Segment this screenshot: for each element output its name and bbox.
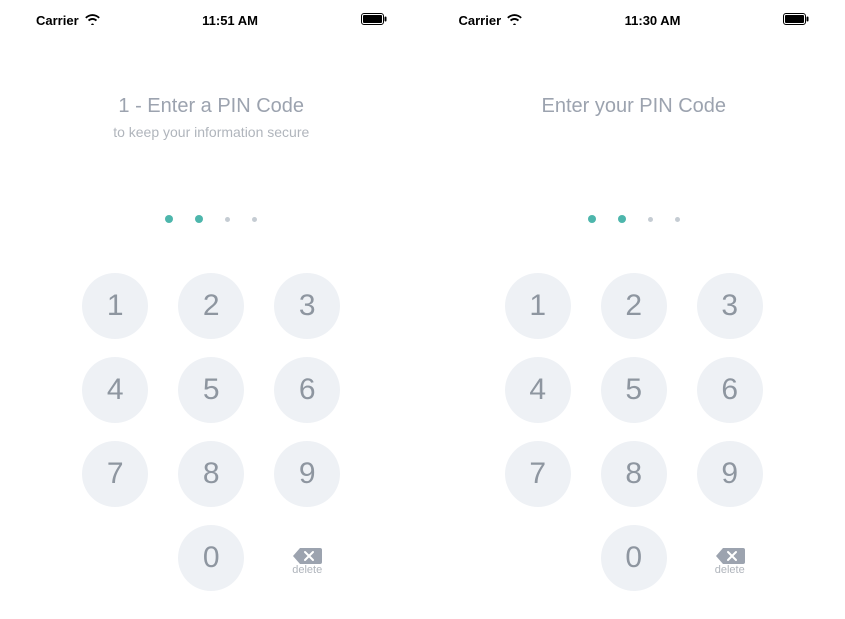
pin-dot-4 bbox=[252, 217, 257, 222]
pin-dot-3 bbox=[648, 217, 653, 222]
header-area: Enter your PIN Code bbox=[541, 95, 726, 155]
wifi-icon bbox=[85, 13, 100, 28]
status-right bbox=[361, 13, 387, 28]
key-3[interactable]: 3 bbox=[274, 273, 340, 339]
pin-dot-2 bbox=[195, 215, 203, 223]
pin-dots bbox=[588, 215, 680, 223]
status-time: 11:30 AM bbox=[625, 13, 681, 28]
screen-enter-pin: Carrier 11:30 AM Enter your PIN Code 1 2… bbox=[423, 0, 845, 619]
key-7[interactable]: 7 bbox=[82, 441, 148, 507]
status-bar: Carrier 11:30 AM bbox=[423, 0, 845, 40]
carrier-label: Carrier bbox=[36, 13, 79, 28]
battery-icon bbox=[783, 13, 809, 28]
key-6[interactable]: 6 bbox=[274, 357, 340, 423]
key-5[interactable]: 5 bbox=[601, 357, 667, 423]
key-1[interactable]: 1 bbox=[505, 273, 571, 339]
pin-dot-1 bbox=[588, 215, 596, 223]
key-6[interactable]: 6 bbox=[697, 357, 763, 423]
pin-subtitle: to keep your information secure bbox=[113, 124, 309, 140]
backspace-icon bbox=[292, 540, 322, 560]
status-left: Carrier bbox=[36, 13, 100, 28]
key-1[interactable]: 1 bbox=[82, 273, 148, 339]
status-right bbox=[783, 13, 809, 28]
key-delete[interactable]: delete bbox=[274, 525, 340, 591]
key-empty bbox=[82, 525, 148, 591]
pin-dot-2 bbox=[618, 215, 626, 223]
key-0[interactable]: 0 bbox=[601, 525, 667, 591]
key-5[interactable]: 5 bbox=[178, 357, 244, 423]
key-delete[interactable]: delete bbox=[697, 525, 763, 591]
status-bar: Carrier 11:51 AM bbox=[0, 0, 423, 40]
pin-title: Enter your PIN Code bbox=[541, 95, 726, 118]
pin-dots bbox=[165, 215, 257, 223]
key-8[interactable]: 8 bbox=[601, 441, 667, 507]
key-empty bbox=[505, 525, 571, 591]
key-4[interactable]: 4 bbox=[505, 357, 571, 423]
key-4[interactable]: 4 bbox=[82, 357, 148, 423]
key-7[interactable]: 7 bbox=[505, 441, 571, 507]
status-left: Carrier bbox=[459, 13, 523, 28]
key-3[interactable]: 3 bbox=[697, 273, 763, 339]
pin-dot-3 bbox=[225, 217, 230, 222]
carrier-label: Carrier bbox=[459, 13, 502, 28]
key-9[interactable]: 9 bbox=[697, 441, 763, 507]
keypad: 1 2 3 4 5 6 7 8 9 0 delete bbox=[505, 273, 763, 591]
pin-dot-1 bbox=[165, 215, 173, 223]
status-time: 11:51 AM bbox=[202, 13, 258, 28]
backspace-icon bbox=[715, 540, 745, 560]
key-0[interactable]: 0 bbox=[178, 525, 244, 591]
key-9[interactable]: 9 bbox=[274, 441, 340, 507]
screen-create-pin: Carrier 11:51 AM 1 - Enter a PIN Code to… bbox=[0, 0, 423, 619]
key-2[interactable]: 2 bbox=[601, 273, 667, 339]
key-8[interactable]: 8 bbox=[178, 441, 244, 507]
wifi-icon bbox=[507, 13, 522, 28]
keypad: 1 2 3 4 5 6 7 8 9 0 delete bbox=[82, 273, 340, 591]
pin-title: 1 - Enter a PIN Code bbox=[118, 95, 304, 118]
key-2[interactable]: 2 bbox=[178, 273, 244, 339]
pin-dot-4 bbox=[675, 217, 680, 222]
header-area: 1 - Enter a PIN Code to keep your inform… bbox=[113, 95, 309, 155]
battery-icon bbox=[361, 13, 387, 28]
